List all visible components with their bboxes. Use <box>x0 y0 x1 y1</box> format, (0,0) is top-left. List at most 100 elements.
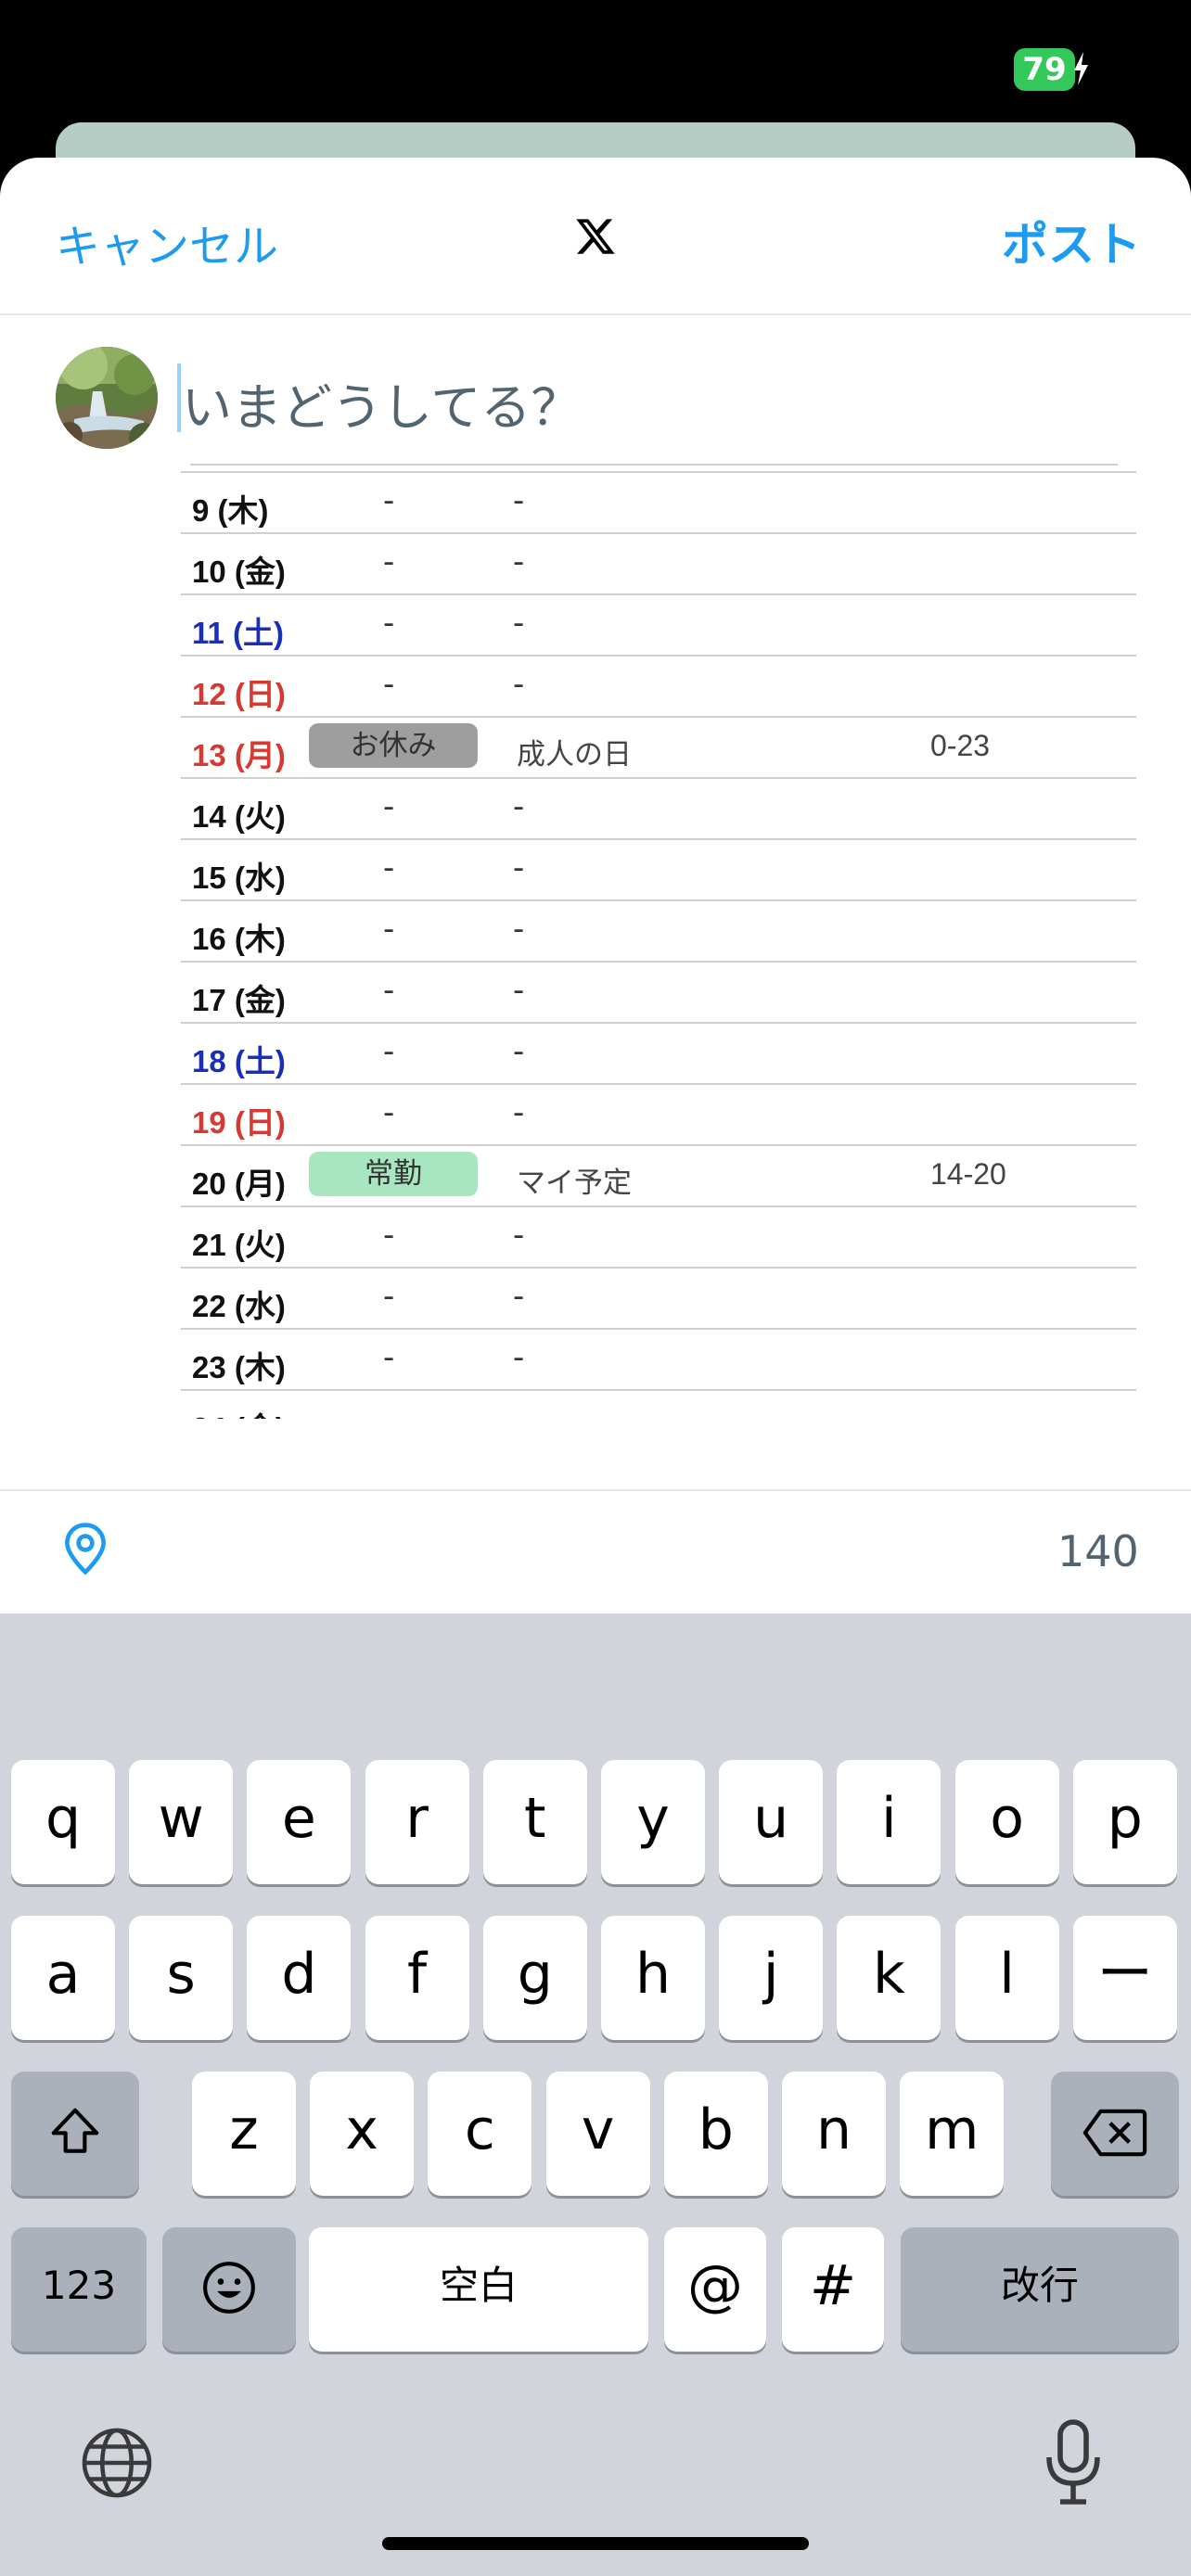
schedule-shift: - <box>383 543 395 580</box>
schedule-event: マイ予定 <box>517 1167 632 1200</box>
schedule-row: 14 (火) - - <box>181 777 1136 838</box>
key[interactable]: q <box>11 1760 115 1884</box>
key[interactable]: d <box>247 1916 352 2040</box>
schedule-event: - <box>513 482 525 519</box>
status-bar <box>0 0 1191 139</box>
backspace-icon <box>1082 2109 1147 2157</box>
globe-icon[interactable] <box>78 2424 156 2502</box>
schedule-event: - <box>513 1217 525 1254</box>
schedule-event: - <box>513 972 525 1009</box>
microphone-icon[interactable] <box>1039 2418 1108 2507</box>
schedule-shift: - <box>383 911 395 948</box>
schedule-event: - <box>513 1400 525 1419</box>
key[interactable]: h <box>601 1916 705 2040</box>
hash-key[interactable]: # <box>782 2227 884 2352</box>
schedule-event: - <box>513 849 525 886</box>
schedule-time: 0-23 <box>930 729 991 762</box>
battery-indicator: 79 <box>1014 48 1075 91</box>
schedule-event: - <box>513 605 525 642</box>
key[interactable]: ー <box>1072 1916 1177 2040</box>
emoji-key[interactable] <box>162 2227 296 2352</box>
schedule-event: - <box>513 666 525 703</box>
key[interactable]: t <box>482 1760 587 1884</box>
key[interactable]: s <box>129 1916 234 2040</box>
schedule-date: 14 (火) <box>192 799 286 834</box>
numbers-key[interactable]: 123 <box>11 2227 147 2352</box>
schedule-event: - <box>513 1339 525 1376</box>
key[interactable]: y <box>601 1760 705 1884</box>
schedule-date: 9 (木) <box>192 493 269 528</box>
schedule-event: - <box>513 543 525 580</box>
schedule-row: 13 (月) お休み 成人の日 0-23 <box>181 716 1136 777</box>
schedule-row: 10 (金) - - <box>181 532 1136 593</box>
key[interactable]: j <box>719 1916 824 2040</box>
schedule-date: 23 (木) <box>192 1350 286 1384</box>
space-key[interactable]: 空白 <box>309 2227 648 2352</box>
key[interactable]: p <box>1072 1760 1177 1884</box>
key[interactable]: n <box>782 2072 886 2196</box>
schedule-date: 15 (水) <box>192 861 286 895</box>
key[interactable]: i <box>837 1760 941 1884</box>
avatar[interactable] <box>56 347 158 449</box>
schedule-shift: - <box>383 972 395 1009</box>
compose-input[interactable]: いまどうしてる？ <box>182 366 581 440</box>
key[interactable]: e <box>247 1760 352 1884</box>
schedule-shift: - <box>383 666 395 703</box>
key[interactable]: b <box>663 2072 768 2196</box>
schedule-event: 成人の日 <box>517 738 632 772</box>
schedule-event: - <box>513 1033 525 1070</box>
schedule-shift: - <box>383 1033 395 1070</box>
delete-key[interactable] <box>1051 2072 1179 2196</box>
schedule-event: - <box>513 788 525 825</box>
schedule-shift: - <box>383 1339 395 1376</box>
x-logo-icon <box>576 219 615 254</box>
schedule-image: 9 (木) - - 10 (金) - - 11 (土) - - 12 (日) - - 13 (月) お休み… <box>181 464 1136 1419</box>
key[interactable]: z <box>192 2072 296 2196</box>
key[interactable]: c <box>428 2072 532 2196</box>
key[interactable]: k <box>837 1916 941 2040</box>
schedule-shift: - <box>383 1400 395 1419</box>
schedule-badge: 常勤 <box>309 1152 478 1196</box>
key[interactable]: v <box>545 2072 650 2196</box>
schedule-event: - <box>513 911 525 948</box>
key[interactable]: g <box>482 1916 587 2040</box>
home-indicator <box>382 2537 809 2550</box>
key[interactable]: l <box>954 1916 1059 2040</box>
schedule-row: 22 (水) - - <box>181 1267 1136 1328</box>
avatar-image <box>56 347 158 449</box>
key[interactable]: a <box>11 1916 115 2040</box>
cancel-button[interactable]: キャンセル <box>56 210 278 274</box>
schedule-time: 14-20 <box>930 1157 1006 1191</box>
schedule-date: 12 (日) <box>192 677 286 711</box>
emoji-icon <box>203 2262 255 2314</box>
schedule-shift: - <box>383 482 395 519</box>
key[interactable]: o <box>954 1760 1059 1884</box>
schedule-date: 16 (木) <box>192 922 286 956</box>
text-cursor <box>177 363 181 432</box>
schedule-row: 16 (木) - - <box>181 899 1136 961</box>
key[interactable]: m <box>900 2072 1005 2196</box>
key[interactable]: x <box>310 2072 415 2196</box>
at-key[interactable]: @ <box>664 2227 766 2352</box>
location-icon[interactable] <box>59 1521 111 1576</box>
schedule-shift: - <box>383 1278 395 1315</box>
return-key[interactable]: 改行 <box>901 2227 1179 2352</box>
footer-divider <box>0 1489 1191 1491</box>
charging-icon <box>1074 52 1088 85</box>
key[interactable]: r <box>365 1760 469 1884</box>
key[interactable]: u <box>719 1760 824 1884</box>
key[interactable]: w <box>129 1760 234 1884</box>
schedule-date: 20 (月) <box>192 1167 286 1201</box>
schedule-date: 10 (金) <box>192 555 286 589</box>
schedule-date: 11 (土) <box>192 616 285 650</box>
schedule-date: 22 (水) <box>192 1289 286 1323</box>
post-button[interactable]: ポスト <box>1002 208 1141 274</box>
character-counter: 140 <box>1057 1526 1139 1576</box>
schedule-row: 23 (木) - - <box>181 1328 1136 1389</box>
schedule-shift: - <box>383 605 395 642</box>
shift-key[interactable] <box>11 2072 139 2196</box>
schedule-date: 13 (月) <box>192 738 286 772</box>
key[interactable]: f <box>365 1916 469 2040</box>
schedule-row: 17 (金) - - <box>181 961 1136 1022</box>
schedule-shift: - <box>383 788 395 825</box>
